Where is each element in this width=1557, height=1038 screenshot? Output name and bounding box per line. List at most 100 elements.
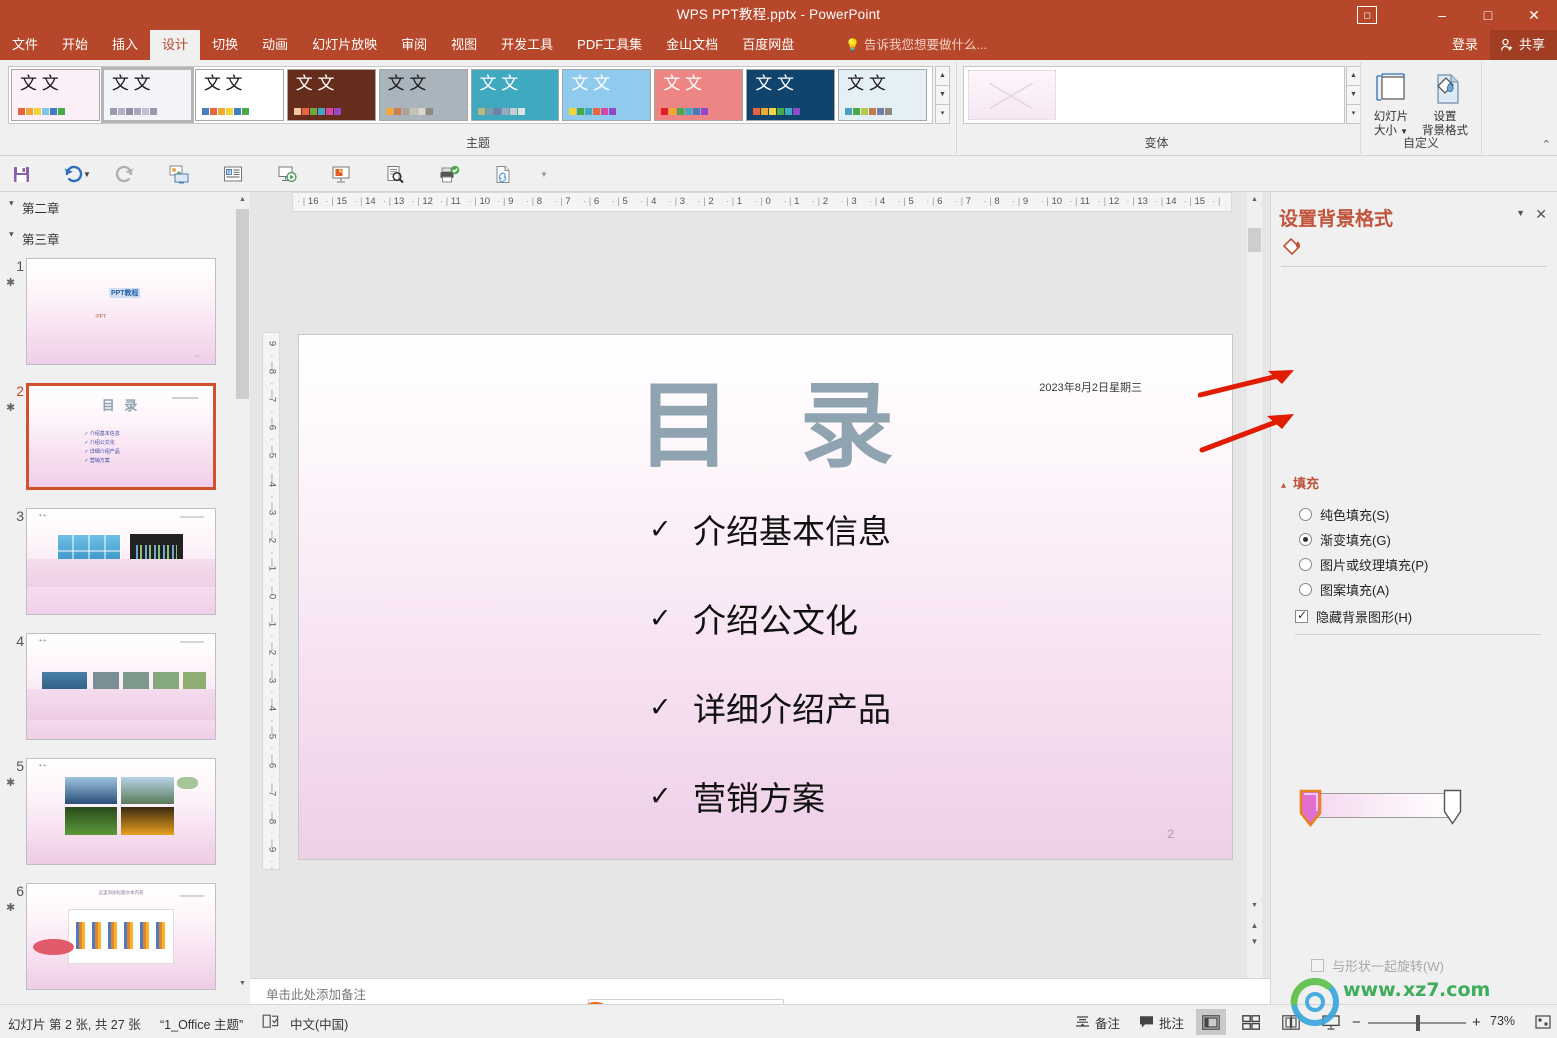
theme-ionboardroom-theme[interactable]: 文 文 xyxy=(562,69,652,121)
radio-gradient-fill[interactable] xyxy=(1299,533,1312,546)
customize-qat-icon[interactable]: ▼ xyxy=(536,160,552,188)
variants-gallery[interactable] xyxy=(963,66,1345,124)
collapse-ribbon-icon[interactable]: ⌃ xyxy=(1542,138,1551,151)
variants-more-icon[interactable]: ▾ xyxy=(1346,104,1361,124)
ribbon-tab-1[interactable]: 开始 xyxy=(50,30,100,60)
themes-scroll-down-icon[interactable]: ▼ xyxy=(935,85,950,104)
reading-view-icon[interactable] xyxy=(1276,1009,1306,1035)
checkbox-rotate-with-shape[interactable] xyxy=(1311,959,1324,972)
new-slide-icon[interactable] xyxy=(218,160,248,188)
slide-bullet-list[interactable]: ✓ 介绍基本信息 ✓ 介绍公文化 ✓ 详细介绍产品 ✓ 营销方案 xyxy=(649,505,891,861)
sign-in-button[interactable]: 登录 xyxy=(1440,30,1490,60)
editor-scroll-down-icon[interactable]: ▼ xyxy=(1247,898,1262,914)
format-background-button[interactable]: 设置 背景格式 xyxy=(1419,68,1471,138)
variant-thumbnail[interactable] xyxy=(968,70,1056,120)
slide-bullet-2[interactable]: ✓ 详细介绍产品 xyxy=(649,683,891,731)
slide-count-status[interactable]: 幻灯片 第 2 张, 共 27 张 xyxy=(8,1014,141,1033)
theme-gallery-theme[interactable]: 文 文 xyxy=(378,69,468,121)
slide-bullet-1[interactable]: ✓ 介绍公文化 xyxy=(649,594,891,642)
slide-animation-star-icon[interactable]: ✱ xyxy=(6,901,15,914)
slide-thumbnail-1[interactable]: 1 ✱ PPT教程 ·PPT xyxy=(0,258,250,373)
section-header-0[interactable]: 第二章 xyxy=(0,192,250,223)
gradient-stops-bar[interactable] xyxy=(1308,793,1453,818)
panel-options-icon[interactable]: ▼ xyxy=(1516,208,1525,218)
radio-picture-fill[interactable] xyxy=(1299,558,1312,571)
themes-more-icon[interactable]: ▾ xyxy=(935,104,950,124)
zoom-slider-knob[interactable] xyxy=(1416,1015,1420,1031)
normal-view-icon[interactable] xyxy=(1196,1009,1226,1035)
fill-option-gradient[interactable]: 渐变填充(G) xyxy=(1299,530,1391,549)
share-button[interactable]: 共享 xyxy=(1489,30,1557,60)
zoom-in-button[interactable]: + xyxy=(1472,1014,1481,1031)
vertical-ruler[interactable]: 9 · | 8 · | 7 · | 6 · | 5 · | 4 · | 3 · | 2 · | 1 · | 0 · | 1 · | 2 · | 3 · | 4… xyxy=(262,332,280,870)
zoom-level-label[interactable]: 73% xyxy=(1490,1014,1515,1028)
ribbon-tab-10[interactable]: PDF工具集 xyxy=(565,30,654,60)
save-icon[interactable] xyxy=(6,160,36,188)
ribbon-tab-3[interactable]: 设计 xyxy=(150,30,201,60)
slide-thumbnail-2[interactable]: 2 ✱ 目 录 ✓ 介绍基本信息 ✓ 介绍公文化 ✓ 详细介绍产品 ✓ 营销方案 xyxy=(0,383,250,498)
ribbon-tab-9[interactable]: 开发工具 xyxy=(489,30,565,60)
slide-bullet-0[interactable]: ✓ 介绍基本信息 xyxy=(649,505,891,553)
radio-solid-fill[interactable] xyxy=(1299,508,1312,521)
slide-thumbnail-6[interactable]: 6 ✱ 这里添加标题文本内容 xyxy=(0,883,250,998)
slide-animation-star-icon[interactable]: ✱ xyxy=(6,776,15,789)
start-slideshow-icon[interactable] xyxy=(272,160,302,188)
previous-slide-icon[interactable]: ▲ xyxy=(1247,918,1262,934)
theme-ion-theme[interactable]: 文 文 xyxy=(470,69,560,121)
slide-canvas[interactable]: 目 录 2023年8月2日星期三 ✓ 介绍基本信息 ✓ 介绍公文化 ✓ 详细介绍产品 ✓ 营销… xyxy=(298,334,1233,860)
ribbon-tab-5[interactable]: 动画 xyxy=(250,30,300,60)
slide-thumbnail-image[interactable]: ❧❧ xyxy=(26,508,216,615)
ribbon-tab-12[interactable]: 百度网盘 xyxy=(730,30,806,60)
thumbnails-scroll-thumb[interactable] xyxy=(236,209,249,399)
theme-berlin-theme[interactable]: 文 文 xyxy=(286,69,376,121)
spellcheck-icon[interactable] xyxy=(262,1014,279,1032)
rotate-with-shape-row[interactable]: 与形状一起旋转(W) xyxy=(1311,956,1444,975)
slide-thumbnail-5[interactable]: 5 ✱ ❧❧ xyxy=(0,758,250,873)
gradient-stop-handle-right[interactable] xyxy=(1443,789,1462,825)
close-icon[interactable]: ✕ xyxy=(1535,206,1547,223)
thumbnails-scrollbar[interactable]: ▲ ▼ xyxy=(235,192,250,1004)
ribbon-tab-0[interactable]: 文件 xyxy=(0,30,50,60)
slide-date[interactable]: 2023年8月2日星期三 xyxy=(1039,379,1142,395)
slide-thumbnail-image[interactable]: 这里添加标题文本内容 xyxy=(26,883,216,990)
slide-thumbnail-4[interactable]: 4 ❧❧ xyxy=(0,633,250,748)
horizontal-ruler[interactable]: · | 16 · | 15 · | 14 · | 13 · | 12 · | 11 · | … xyxy=(292,192,1232,212)
fill-option-solid[interactable]: 纯色填充(S) xyxy=(1299,505,1389,524)
editor-scrollbar[interactable]: ▲ ▼ ▲ ▼ xyxy=(1247,192,1262,982)
slide-thumbnail-image[interactable]: ❧❧ xyxy=(26,758,216,865)
undo-dropdown-icon[interactable]: ▼ xyxy=(80,160,94,188)
ribbon-tab-7[interactable]: 审阅 xyxy=(389,30,439,60)
ribbon-tab-8[interactable]: 视图 xyxy=(439,30,489,60)
close-button[interactable]: ✕ xyxy=(1511,0,1557,30)
slide-size-button[interactable]: 幻灯片 大小 ▼ xyxy=(1365,68,1417,139)
slide-thumbnail-3[interactable]: 3 ❧❧ xyxy=(0,508,250,623)
maximize-button[interactable]: □ xyxy=(1465,0,1511,30)
slide-thumbnail-image[interactable]: ❧❧ xyxy=(26,633,216,740)
variants-gallery-scroll[interactable]: ▲ ▼ ▾ xyxy=(1346,66,1361,124)
zoom-out-button[interactable]: − xyxy=(1352,1014,1361,1031)
fill-section-header[interactable]: 填充 xyxy=(1281,473,1319,492)
themes-scroll-up-icon[interactable]: ▲ xyxy=(935,66,950,85)
fill-option-pattern[interactable]: 图案填充(A) xyxy=(1299,580,1389,599)
slideshow-icon[interactable] xyxy=(1316,1009,1346,1035)
hyperlink-doc-icon[interactable] xyxy=(488,160,518,188)
slide-thumbnails-pane[interactable]: 第二章第三章1✱PPT教程·PPT2✱目 录✓ 介绍基本信息✓ 介绍公文化✓ 详… xyxy=(0,192,250,1004)
thumbnails-scroll-up-icon[interactable]: ▲ xyxy=(235,192,250,208)
gradient-stop-handle-left[interactable] xyxy=(1299,789,1322,827)
theme-basis-theme[interactable]: 文 文 xyxy=(194,69,284,121)
theme-banded-theme[interactable]: 文 文 xyxy=(838,69,928,121)
themes-gallery-scroll[interactable]: ▲ ▼ ▾ xyxy=(935,66,950,124)
fill-option-picture[interactable]: 图片或纹理填充(P) xyxy=(1299,555,1428,574)
slide-thumbnail-image[interactable]: PPT教程 ·PPT xyxy=(26,258,216,365)
ribbon-tab-4[interactable]: 切换 xyxy=(200,30,250,60)
theme-madison-theme[interactable]: 文 文 xyxy=(654,69,744,121)
fill-bucket-icon[interactable] xyxy=(1281,234,1303,256)
editor-scroll-up-icon[interactable]: ▲ xyxy=(1247,192,1262,208)
next-slide-icon[interactable]: ▼ xyxy=(1247,934,1262,950)
slide-thumbnail-image[interactable]: 目 录 ✓ 介绍基本信息 ✓ 介绍公文化 ✓ 详细介绍产品 ✓ 营销方案 xyxy=(26,383,216,490)
slide-sorter-icon[interactable] xyxy=(1236,1009,1266,1035)
tell-me-search[interactable]: 💡 告诉我您想要做什么... xyxy=(845,30,987,60)
slide-animation-star-icon[interactable]: ✱ xyxy=(6,276,15,289)
ribbon-tab-2[interactable]: 插入 xyxy=(100,30,150,60)
slide-bullet-3[interactable]: ✓ 营销方案 xyxy=(649,772,891,820)
